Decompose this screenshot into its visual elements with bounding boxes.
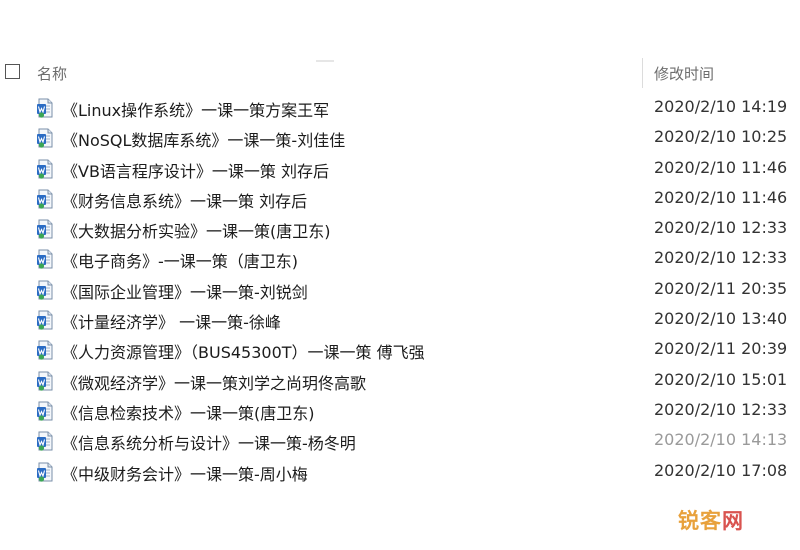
word-document-icon [36, 219, 53, 239]
word-document-icon [36, 280, 53, 300]
file-row[interactable]: 《信息检索技术》一课一策(唐卫东) 2020/2/10 12:33 [0, 396, 800, 426]
file-name[interactable]: 《Linux操作系统》一课一策方案王军 [62, 97, 329, 121]
file-row[interactable]: 《大数据分析实验》一课一策(唐卫东) 2020/2/10 12:33 [0, 214, 800, 244]
file-modified-date: 2020/2/10 13:40 [654, 309, 788, 329]
file-name[interactable]: 《中级财务会计》一课一策-周小梅 [62, 461, 308, 485]
column-resize-grip[interactable] [316, 58, 334, 64]
column-divider[interactable] [642, 58, 643, 88]
file-modified-date: 2020/2/10 10:25 [654, 127, 788, 147]
word-document-icon [36, 189, 53, 209]
file-list: 《Linux操作系统》一课一策方案王军 2020/2/10 14:19 《NoSQL… [0, 93, 800, 487]
file-name[interactable]: 《NoSQL数据库系统》一课一策-刘佳佳 [62, 127, 345, 151]
file-row[interactable]: 《信息系统分析与设计》一课一策-杨冬明 2020/2/10 14:13 [0, 426, 800, 456]
watermark-text-accent: 网 [722, 509, 744, 533]
word-document-icon [36, 462, 53, 482]
file-name[interactable]: 《信息检索技术》一课一策(唐卫东) [62, 400, 315, 424]
file-name[interactable]: 《信息系统分析与设计》一课一策-杨冬明 [62, 430, 356, 454]
file-modified-date: 2020/2/11 20:35 [654, 278, 788, 298]
file-name[interactable]: 《国际企业管理》一课一策-刘锐剑 [62, 279, 308, 303]
watermark-logo: 锐客网 [678, 505, 744, 535]
file-modified-date: 2020/2/10 11:46 [654, 187, 788, 207]
word-document-icon [36, 371, 53, 391]
file-modified-date: 2020/2/10 12:33 [654, 399, 788, 419]
word-document-icon [36, 159, 53, 179]
word-document-icon [36, 340, 53, 360]
file-modified-date: 2020/2/11 20:39 [654, 339, 788, 359]
file-modified-date: 2020/2/10 12:33 [654, 248, 788, 268]
watermark-text: 锐客 [678, 509, 722, 533]
select-all-checkbox[interactable] [5, 64, 20, 79]
file-row[interactable]: 《微观经济学》一课一策刘学之尚玥佟高歌 2020/2/10 15:01 [0, 366, 800, 396]
word-document-icon [36, 310, 53, 330]
file-modified-date: 2020/2/10 15:01 [654, 369, 788, 389]
file-row[interactable]: 《Linux操作系统》一课一策方案王军 2020/2/10 14:19 [0, 93, 800, 123]
file-modified-date: 2020/2/10 14:13 [654, 430, 788, 450]
file-modified-date: 2020/2/10 14:19 [654, 97, 788, 116]
file-name[interactable]: 《VB语言程序设计》一课一策 刘存后 [62, 158, 329, 182]
file-name[interactable]: 《人力资源管理》（BUS45300T）一课一策 傅飞强 [62, 339, 425, 363]
file-row[interactable]: 《财务信息系统》一课一策 刘存后 2020/2/10 11:46 [0, 184, 800, 214]
file-row[interactable]: 《国际企业管理》一课一策-刘锐剑 2020/2/11 20:35 [0, 275, 800, 305]
word-document-icon [36, 249, 53, 270]
file-row[interactable]: 《计量经济学》 一课一策-徐峰 2020/2/10 13:40 [0, 305, 800, 335]
file-name[interactable]: 《电子商务》-一课一策（唐卫东) [62, 248, 298, 272]
column-header-modified[interactable]: 修改时间 [654, 63, 714, 84]
file-modified-date: 2020/2/10 17:08 [654, 460, 788, 480]
word-document-icon [36, 401, 53, 421]
file-modified-date: 2020/2/10 12:33 [654, 218, 788, 238]
file-name[interactable]: 《财务信息系统》一课一策 刘存后 [62, 188, 307, 212]
column-header-name[interactable]: 名称 [37, 63, 67, 84]
file-modified-date: 2020/2/10 11:46 [654, 157, 788, 177]
file-explorer-page: 名称 修改时间 《Linux操作系统》一课一策方案王军 2020/2/10 14:… [0, 0, 800, 550]
word-document-icon [36, 128, 53, 148]
file-row[interactable]: 《人力资源管理》（BUS45300T）一课一策 傅飞强 2020/2/11 20:… [0, 335, 800, 365]
word-document-icon [36, 431, 53, 451]
file-row[interactable]: 《中级财务会计》一课一策-周小梅 2020/2/10 17:08 [0, 457, 800, 487]
file-name[interactable]: 《计量经济学》 一课一策-徐峰 [62, 309, 281, 333]
file-row[interactable]: 《NoSQL数据库系统》一课一策-刘佳佳 2020/2/10 10:25 [0, 123, 800, 153]
word-document-icon [36, 98, 53, 118]
file-row[interactable]: 《VB语言程序设计》一课一策 刘存后 2020/2/10 11:46 [0, 154, 800, 184]
column-header-row: 名称 修改时间 [0, 58, 800, 88]
file-name[interactable]: 《大数据分析实验》一课一策(唐卫东) [62, 218, 331, 242]
file-row[interactable]: 《电子商务》-一课一策（唐卫东) 2020/2/10 12:33 [0, 244, 800, 274]
file-name[interactable]: 《微观经济学》一课一策刘学之尚玥佟高歌 [62, 370, 366, 394]
